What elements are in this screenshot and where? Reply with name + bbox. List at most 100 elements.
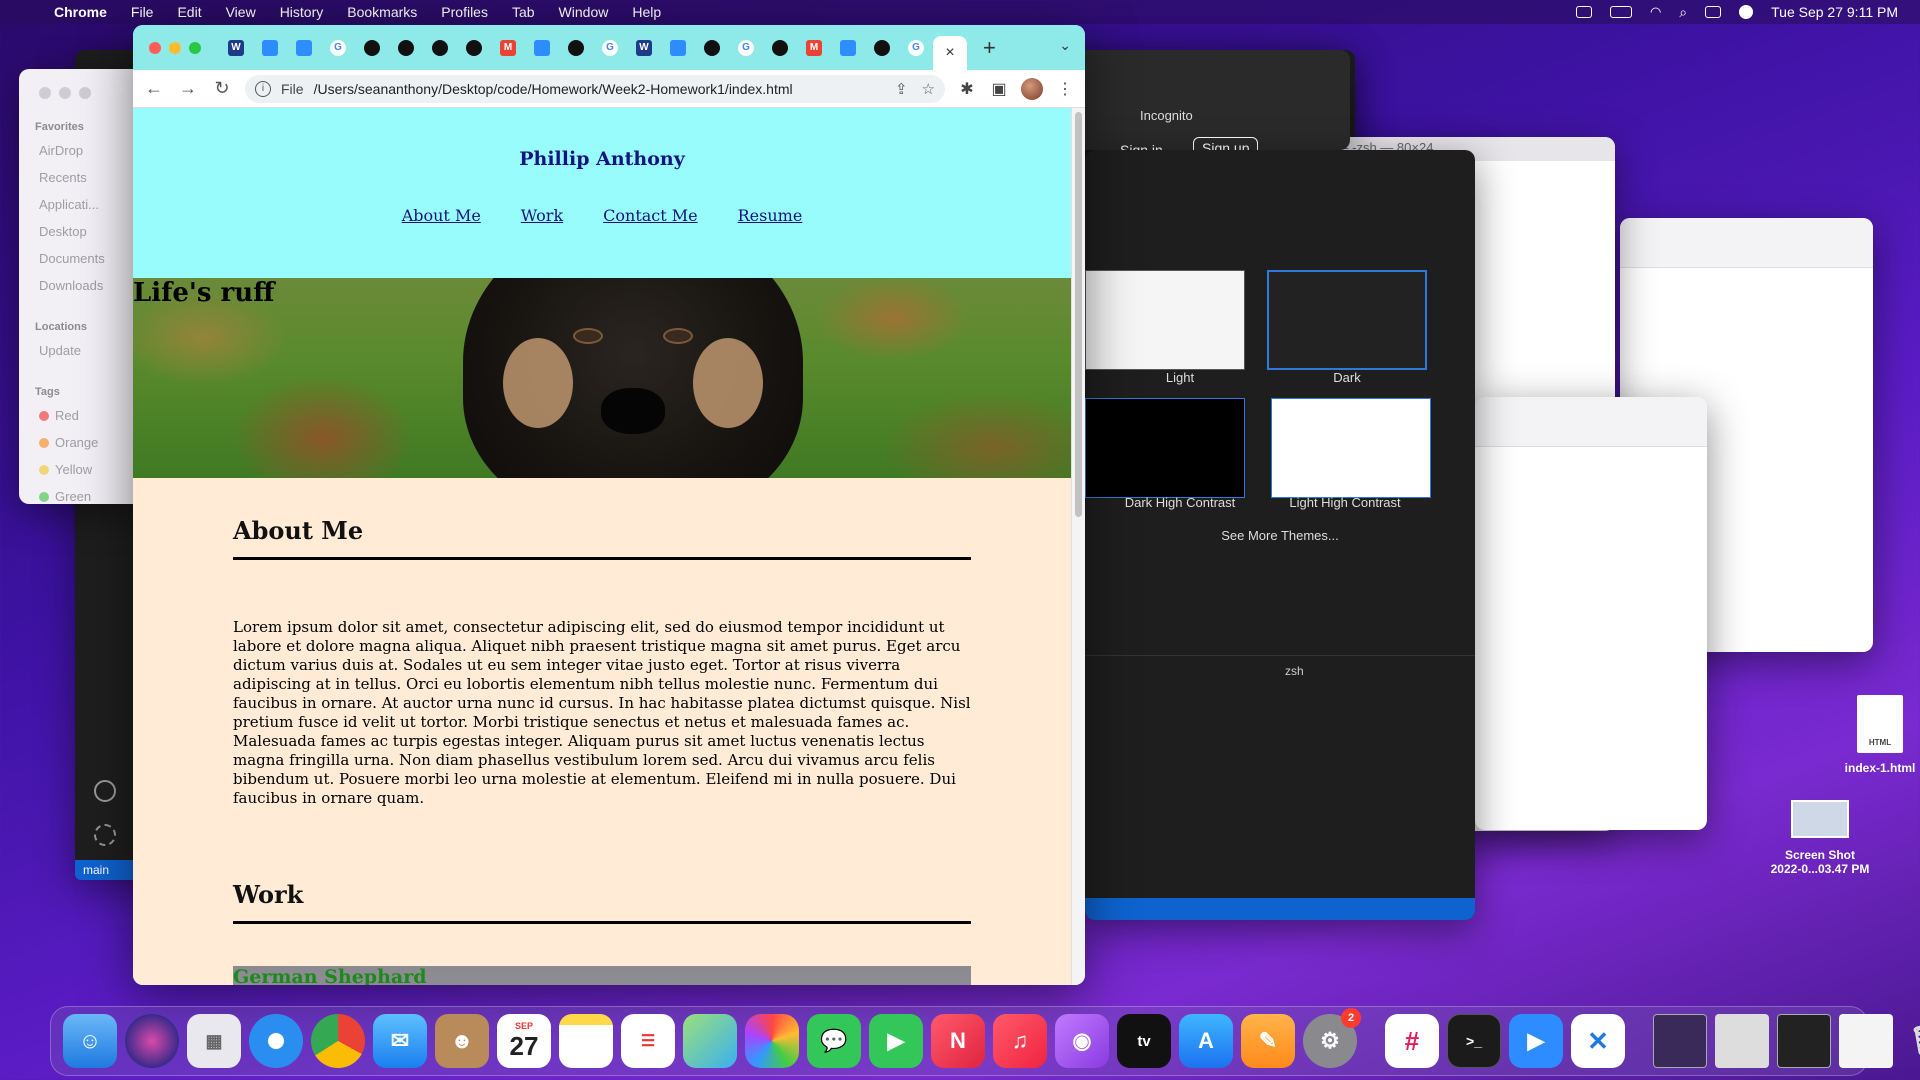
sign-in-button[interactable]: Sign in [1120, 142, 1163, 150]
preview-window-2[interactable] [1475, 397, 1707, 830]
more-menu-icon[interactable]: ⋮ [1055, 79, 1075, 99]
tab-site[interactable] [423, 33, 457, 63]
side-panel-icon[interactable]: ▣ [989, 79, 1009, 99]
terminal-shell-label[interactable]: zsh [1285, 664, 1304, 678]
apple-tv-dock-icon[interactable]: tv [1117, 1014, 1171, 1068]
tab-gmail[interactable]: M [797, 33, 831, 63]
vscode-dock-icon[interactable]: ✕ [1571, 1014, 1625, 1068]
settings-gear-icon[interactable] [94, 824, 116, 846]
nav-link-resume[interactable]: Resume [738, 206, 803, 225]
bookmark-star-icon[interactable]: ☆ [922, 80, 935, 98]
minimize-window-icon[interactable] [169, 41, 181, 54]
control-center-icon[interactable] [1705, 6, 1722, 18]
menu-edit[interactable]: Edit [165, 4, 213, 20]
site-info-icon[interactable]: i [255, 80, 271, 97]
battery-icon[interactable] [1609, 6, 1632, 18]
siri-icon[interactable] [1739, 5, 1754, 19]
podcasts-dock-icon[interactable]: ◉ [1055, 1014, 1109, 1068]
theme-light-hc-thumb[interactable] [1271, 398, 1431, 498]
back-arrow-icon[interactable]: ← [143, 78, 165, 99]
news-dock-icon[interactable]: N [931, 1014, 985, 1068]
tab-site[interactable] [389, 33, 423, 63]
maps-dock-icon[interactable] [683, 1014, 737, 1068]
finder-tag-yellow[interactable]: Yellow [19, 456, 149, 483]
menu-help[interactable]: Help [620, 4, 673, 20]
screen-record-icon[interactable] [1575, 6, 1592, 18]
calendar-dock-icon[interactable]: SEP 27 [497, 1014, 551, 1068]
account-icon[interactable] [94, 780, 116, 802]
pages-dock-icon[interactable]: ✎ [1241, 1014, 1295, 1068]
safari-dock-icon[interactable] [249, 1014, 303, 1068]
menu-history[interactable]: History [268, 4, 336, 20]
finder-item-airdrop[interactable]: AirDrop [19, 137, 149, 164]
work-card-german-shephard[interactable]: German Shephard [233, 966, 971, 985]
contacts-dock-icon[interactable]: ☻ [435, 1014, 489, 1068]
menu-clock[interactable]: Tue Sep 27 9:11 PM [1771, 4, 1898, 20]
tab-google[interactable]: G [899, 33, 933, 63]
messages-dock-icon[interactable]: 💬 [807, 1014, 861, 1068]
tab-site[interactable] [355, 33, 389, 63]
tab-zoom[interactable] [253, 33, 287, 63]
address-bar[interactable]: i File /Users/seananthony/Desktop/code/H… [245, 74, 945, 103]
extensions-puzzle-icon[interactable]: ✱ [957, 79, 977, 99]
nav-link-work[interactable]: Work [521, 206, 563, 225]
desktop-file-index[interactable]: HTML index-1.html [1840, 695, 1920, 775]
scrollbar-thumb[interactable] [1075, 112, 1082, 517]
vscode-theme-panel[interactable]: Light Dark Dark High Contrast Light High… [1085, 150, 1475, 920]
theme-dark-thumb[interactable] [1267, 270, 1427, 370]
nav-link-about[interactable]: About Me [402, 206, 481, 225]
recent-window-thumb[interactable] [1653, 1014, 1707, 1068]
menu-app-name[interactable]: Chrome [54, 4, 119, 20]
system-preferences-dock-icon[interactable]: ⚙ 2 [1303, 1008, 1361, 1068]
spotlight-icon[interactable]: ⌕ [1679, 4, 1687, 21]
tab-active-close-icon[interactable]: × [933, 35, 967, 70]
trash-dock-icon[interactable]: 🗑 [1901, 1014, 1920, 1068]
close-window-icon[interactable] [149, 41, 161, 54]
forward-arrow-icon[interactable]: → [177, 78, 199, 99]
finder-item-recents[interactable]: Recents [19, 164, 149, 191]
browser-incognito-window[interactable]: Incognito Sign in Sign up [1060, 50, 1350, 150]
recent-document-thumb[interactable] [1839, 1014, 1893, 1068]
desktop-file-screenshot[interactable]: Screen Shot 2022-0...03.47 PM [1755, 800, 1885, 876]
tab-site[interactable] [457, 33, 491, 63]
tab-zoom[interactable] [831, 33, 865, 63]
finder-item-update[interactable]: Update [19, 337, 149, 364]
theme-light-thumb[interactable] [1085, 270, 1245, 370]
menu-view[interactable]: View [214, 4, 268, 20]
profile-avatar[interactable] [1021, 77, 1043, 100]
tab-github[interactable] [865, 33, 899, 63]
recent-window-thumb[interactable] [1715, 1014, 1769, 1068]
finder-tag-red[interactable]: Red [19, 402, 149, 429]
tab-wiki[interactable]: W [627, 33, 661, 63]
tab-gmail[interactable]: M [491, 33, 525, 63]
finder-dock-icon[interactable]: ☺ [63, 1014, 117, 1068]
reminders-dock-icon[interactable]: ☰ [621, 1014, 675, 1068]
tab-zoom[interactable] [525, 33, 559, 63]
zoom-dock-icon[interactable]: ▶ [1509, 1014, 1563, 1068]
finder-item-applications[interactable]: Applicati... [19, 191, 149, 218]
sign-up-button[interactable]: Sign up [1193, 137, 1259, 150]
tab-google[interactable]: G [729, 33, 763, 63]
finder-tag-green[interactable]: Green [19, 483, 149, 504]
finder-item-documents[interactable]: Documents [19, 245, 149, 272]
chrome-window[interactable]: W G M G W G M G × + ⌄ ← → ↻ i File /User… [133, 25, 1085, 985]
finder-item-desktop[interactable]: Desktop [19, 218, 149, 245]
tab-github[interactable] [695, 33, 729, 63]
tab-site[interactable] [559, 33, 593, 63]
notes-dock-icon[interactable] [559, 1014, 613, 1068]
chrome-dock-icon[interactable] [311, 1014, 365, 1068]
finder-tag-orange[interactable]: Orange [19, 429, 149, 456]
menu-file[interactable]: File [119, 4, 166, 20]
page-scrollbar[interactable] [1071, 108, 1085, 985]
url-text[interactable]: /Users/seananthony/Desktop/code/Homework… [314, 81, 793, 97]
menu-window[interactable]: Window [547, 4, 621, 20]
tab-site[interactable] [763, 33, 797, 63]
nav-link-contact[interactable]: Contact Me [603, 206, 697, 225]
facetime-dock-icon[interactable]: ▶ [869, 1014, 923, 1068]
tab-search-chevron-icon[interactable]: ⌄ [1059, 37, 1071, 54]
music-dock-icon[interactable]: ♫ [993, 1014, 1047, 1068]
tab-wiki[interactable]: W [219, 33, 253, 63]
see-more-themes-link[interactable]: See More Themes... [1185, 528, 1375, 543]
reload-icon[interactable]: ↻ [211, 78, 233, 99]
photos-dock-icon[interactable] [745, 1014, 799, 1068]
